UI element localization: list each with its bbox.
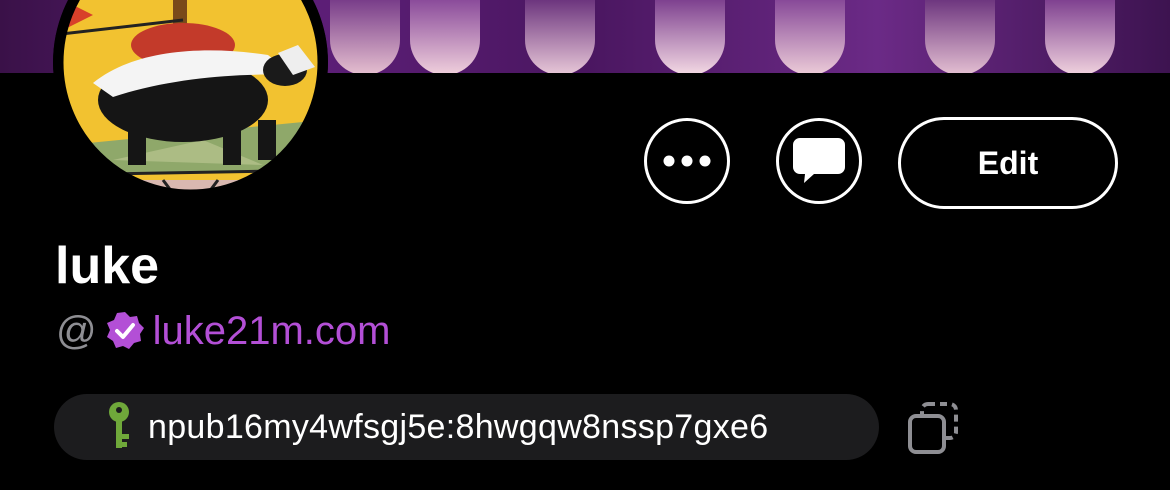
chat-bubble-icon [793,138,845,183]
nip05-domain: luke21m.com [152,308,391,353]
npub-pill[interactable]: npub16my4wfsgj5e:8hwgqw8nssp7gxe6 [54,394,879,460]
edit-button-label: Edit [977,144,1039,181]
verified-badge-icon [106,312,144,349]
message-button[interactable] [776,118,862,204]
npub-text: npub16my4wfsgj5e:8hwgqw8nssp7gxe6 [148,407,769,446]
nip05-handle[interactable]: @ luke21m.com [56,303,390,359]
at-symbol: @ [56,308,97,353]
ellipsis-icon [663,155,711,167]
profile-avatar[interactable] [53,0,328,200]
key-icon [109,402,129,448]
copy-npub-button[interactable] [906,402,960,456]
profile-name: luke [55,237,160,295]
copy-icon [908,402,958,454]
more-options-button[interactable] [644,118,730,204]
edit-profile-button[interactable]: Edit [898,117,1118,209]
badger-stained-glass-image [53,0,328,200]
